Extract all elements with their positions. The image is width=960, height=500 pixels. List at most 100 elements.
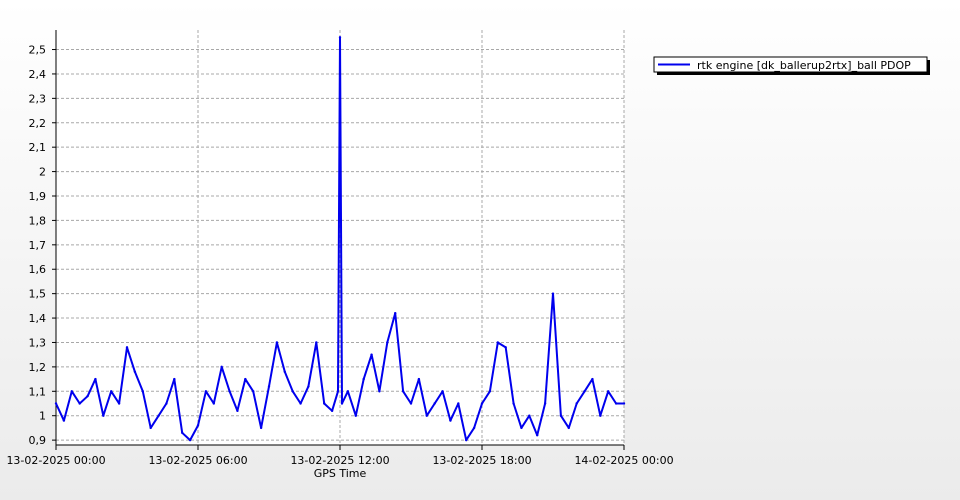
data-point: [94, 377, 97, 381]
data-point: [299, 402, 302, 405]
data-point: [62, 419, 66, 422]
data-point: [340, 402, 344, 405]
data-point: [117, 402, 121, 405]
x-axis-title: GPS Time: [314, 467, 367, 480]
data-point: [181, 431, 184, 434]
data-point: [614, 402, 618, 405]
data-point: [362, 377, 365, 381]
data-point: [599, 414, 602, 417]
data-point: [330, 409, 334, 413]
data-point: [323, 402, 326, 405]
data-point: [70, 390, 73, 393]
data-point: [607, 390, 610, 393]
data-point: [417, 377, 421, 381]
data-point: [338, 36, 342, 39]
data-point: [307, 385, 310, 388]
data-point: [275, 341, 279, 344]
data-point: [204, 390, 208, 393]
y-tick-label: 1,3: [29, 336, 47, 349]
data-point: [543, 402, 547, 405]
y-tick-label: 0,9: [29, 434, 47, 447]
data-point: [433, 402, 436, 405]
data-point: [173, 377, 176, 381]
x-tick-label: 13-02-2025 06:00: [148, 454, 247, 467]
data-point: [236, 409, 239, 413]
data-point: [220, 365, 223, 369]
data-point: [125, 346, 129, 349]
data-point: [583, 390, 586, 393]
data-point: [259, 426, 263, 430]
data-point: [157, 414, 160, 417]
data-point: [496, 341, 499, 344]
data-point: [409, 402, 413, 405]
data-point: [536, 434, 539, 437]
data-point: [441, 390, 444, 393]
data-point: [480, 402, 484, 405]
y-tick-label: 1,8: [29, 214, 47, 227]
data-point: [488, 390, 492, 393]
y-tick-label: 2,4: [29, 68, 47, 81]
data-point: [551, 292, 555, 295]
data-point: [472, 426, 476, 430]
data-point: [315, 341, 318, 344]
data-point: [133, 370, 137, 373]
y-tick-label: 2,3: [29, 92, 47, 105]
y-tick-label: 1,1: [29, 385, 47, 398]
legend-label: rtk engine [dk_ballerup2rtx]_ball PDOP: [697, 59, 911, 72]
y-tick-label: 2: [39, 166, 46, 179]
data-point: [86, 394, 89, 398]
data-point: [591, 377, 594, 381]
data-point: [141, 390, 144, 393]
data-point: [283, 370, 286, 373]
data-point: [449, 419, 452, 422]
data-point: [622, 402, 626, 405]
data-point: [102, 414, 105, 417]
data-point: [228, 390, 231, 393]
chart-svg: 0,9 1 1,1 1,2 1,3 1,4 1,5 1,6 1,7 1,8 1,9 2 2,1 2,2 2,…: [6, 30, 930, 480]
x-tick-label: 14-02-2025 00:00: [574, 454, 673, 467]
y-tick-label: 1,7: [29, 239, 47, 252]
data-point: [394, 311, 397, 315]
data-point: [567, 426, 570, 430]
data-point: [149, 426, 152, 430]
data-point: [252, 390, 255, 393]
data-point: [370, 353, 373, 356]
y-tick-label: 2,1: [29, 141, 47, 154]
data-point: [504, 346, 507, 349]
data-point: [78, 402, 81, 405]
data-point: [512, 402, 515, 405]
pdop-chart: 0,9 1 1,1 1,2 1,3 1,4 1,5 1,6 1,7 1,8 1,9 2 2,1 2,2 2,…: [0, 0, 960, 500]
data-point: [291, 390, 294, 393]
data-point: [465, 438, 468, 442]
data-point: [188, 438, 192, 442]
y-tick-label: 1,2: [29, 361, 47, 374]
y-tick-label: 1: [39, 410, 46, 423]
data-point: [575, 402, 578, 405]
y-tick-label: 1,9: [29, 190, 47, 203]
data-point: [267, 385, 271, 388]
legend: rtk engine [dk_ballerup2rtx]_ball PDOP: [653, 56, 930, 75]
data-point: [378, 390, 381, 393]
data-point: [520, 426, 523, 430]
data-point: [346, 390, 350, 393]
data-point: [336, 390, 340, 393]
data-point: [559, 414, 563, 417]
data-point: [196, 424, 200, 427]
data-point: [401, 390, 405, 393]
x-tick-label: 13-02-2025 18:00: [432, 454, 531, 467]
x-tick-label: 13-02-2025 12:00: [290, 454, 389, 467]
y-tick-label: 1,4: [29, 312, 47, 325]
data-point: [212, 402, 215, 405]
y-tick-label: 2,2: [29, 117, 47, 130]
y-tick-label: 1,5: [29, 288, 47, 301]
data-point: [244, 377, 247, 381]
y-tick-label: 2,5: [29, 44, 47, 57]
y-tick-label: 1,6: [29, 263, 47, 276]
data-point: [386, 341, 389, 344]
data-point: [54, 402, 58, 405]
data-point: [110, 390, 113, 393]
data-point: [457, 402, 460, 405]
data-point: [165, 402, 168, 405]
data-point: [425, 414, 428, 417]
data-point: [354, 414, 357, 417]
